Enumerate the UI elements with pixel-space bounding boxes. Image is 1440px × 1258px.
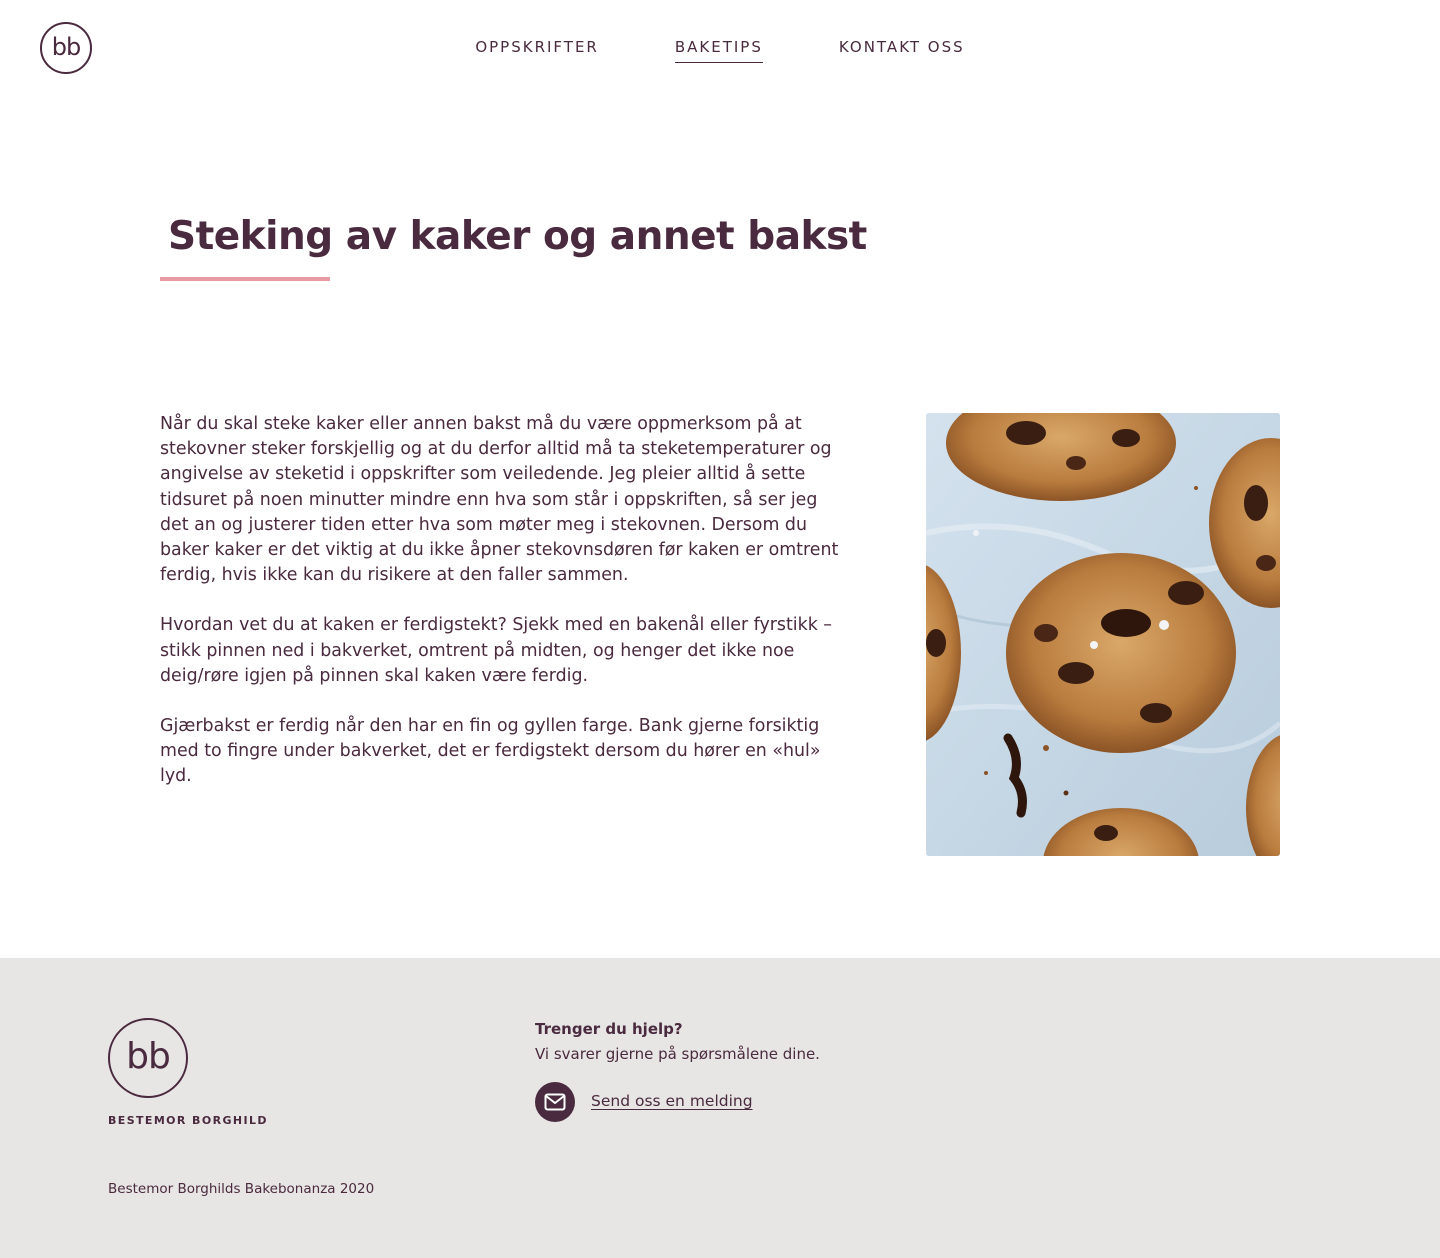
page-title: Steking av kaker og annet bakst bbox=[168, 214, 867, 259]
article-paragraph: Når du skal steke kaker eller annen baks… bbox=[160, 414, 839, 586]
footer-logo-text: bb bbox=[126, 1035, 171, 1077]
help-heading: Trenger du hjelp? bbox=[535, 1020, 683, 1038]
title-underline bbox=[160, 277, 330, 281]
site-header: bb OPPSKRIFTER BAKETIPS KONTAKT OSS bbox=[0, 0, 1440, 100]
footer-brand-name: BESTEMOR BORGHILD bbox=[108, 1114, 268, 1127]
send-message-link[interactable]: Send oss en melding bbox=[591, 1092, 753, 1110]
nav-item-kontakt-oss[interactable]: KONTAKT OSS bbox=[839, 38, 965, 63]
envelope-icon[interactable] bbox=[535, 1082, 575, 1122]
site-footer: bb BESTEMOR BORGHILD Bestemor Borghilds … bbox=[0, 958, 1440, 1258]
cookies-photo bbox=[926, 413, 1280, 856]
article-paragraph: Hvordan vet du at kaken er ferdigstekt? … bbox=[160, 615, 832, 686]
article-body: Når du skal steke kaker eller annen baks… bbox=[160, 412, 840, 815]
copyright-text: Bestemor Borghilds Bakebonanza 2020 bbox=[108, 1181, 375, 1197]
main-nav: OPPSKRIFTER BAKETIPS KONTAKT OSS bbox=[0, 38, 1440, 63]
footer-logo[interactable]: bb bbox=[108, 1018, 188, 1098]
nav-item-oppskrifter[interactable]: OPPSKRIFTER bbox=[475, 38, 599, 63]
article-paragraph: Gjærbakst er ferdig når den har en fin o… bbox=[160, 716, 821, 787]
help-subtext: Vi svarer gjerne på spørsmålene dine. bbox=[535, 1045, 820, 1063]
nav-item-baketips[interactable]: BAKETIPS bbox=[674, 38, 763, 63]
